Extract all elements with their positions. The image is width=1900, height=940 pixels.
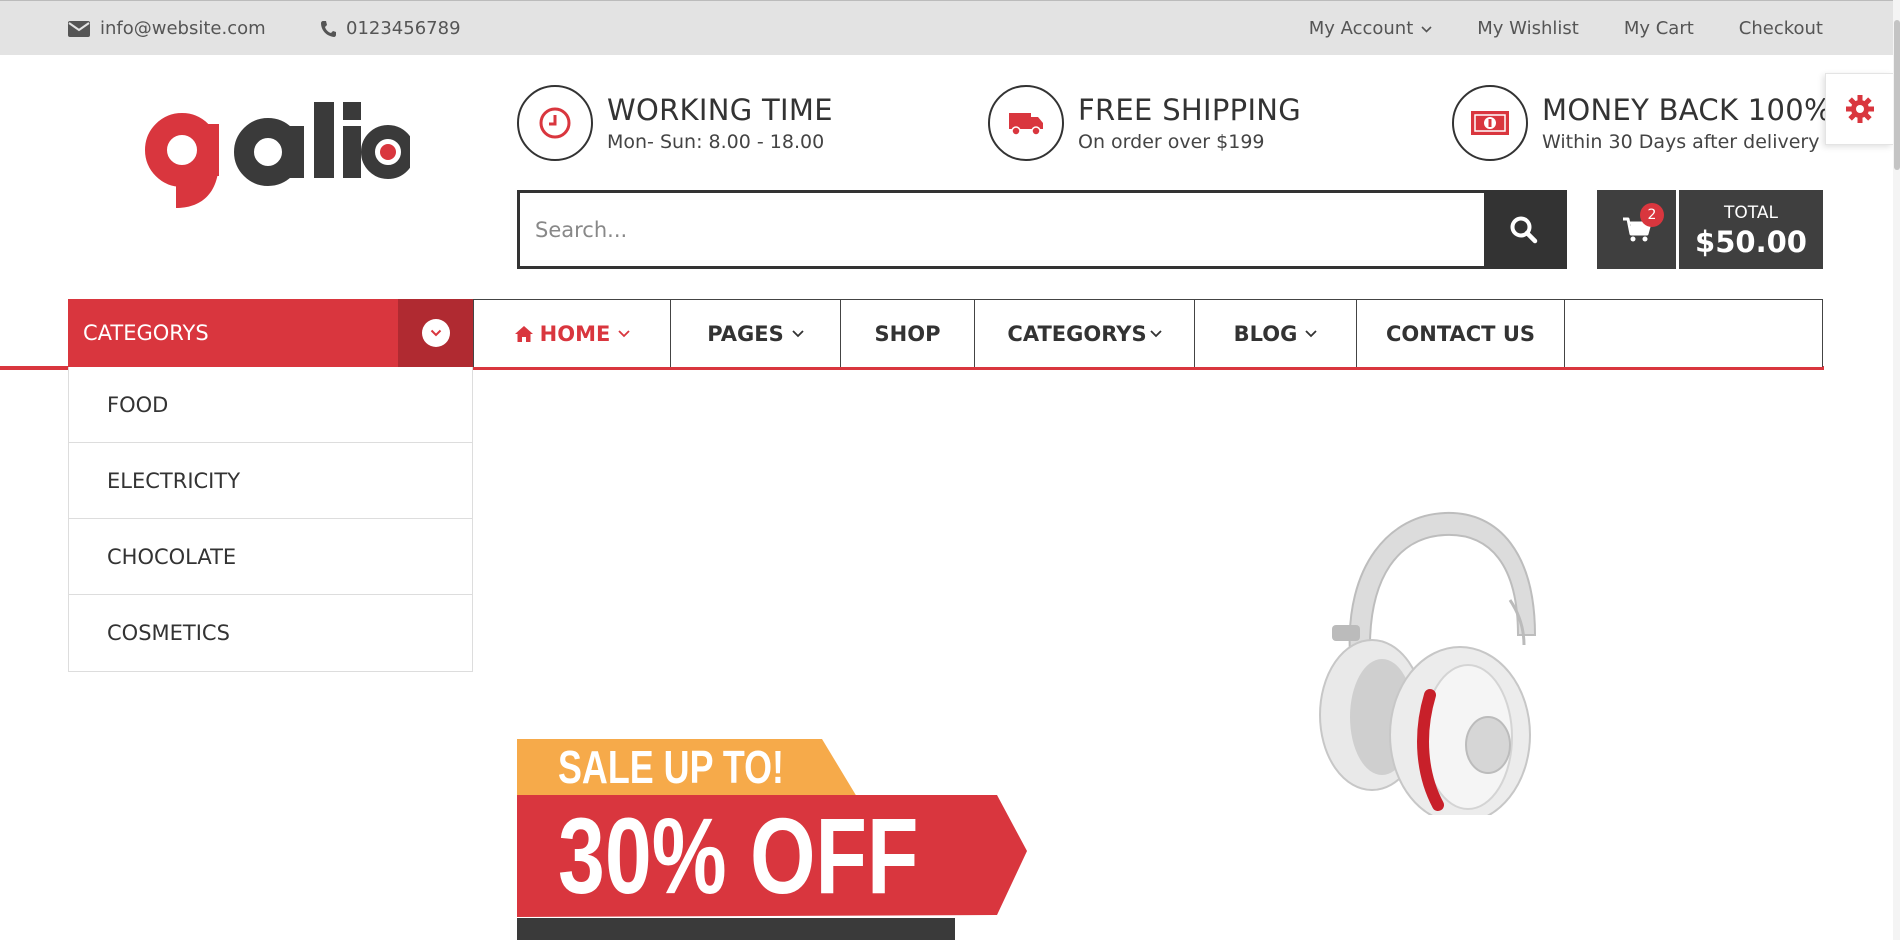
cart-total[interactable]: TOTAL $50.00 (1679, 190, 1823, 269)
truck-icon (988, 85, 1064, 161)
category-item-chocolate[interactable]: CHOCOLATE (69, 519, 472, 595)
nav-pages[interactable]: PAGES (671, 300, 841, 367)
money-back-title: MONEY BACK 100% (1542, 93, 1832, 127)
nav-shop-label: SHOP (874, 321, 941, 346)
nav-pages-label: PAGES (707, 321, 784, 346)
cart-button[interactable]: 2 (1597, 190, 1676, 269)
category-item-cosmetics[interactable]: COSMETICS (69, 595, 472, 671)
email-text: info@website.com (100, 18, 266, 39)
categories-menu-label: CATEGORYS (83, 321, 209, 345)
settings-button[interactable] (1825, 73, 1893, 145)
gear-icon (1845, 95, 1874, 123)
chevron-down-icon (1149, 329, 1162, 337)
email-contact[interactable]: info@website.com (68, 1, 266, 56)
logo[interactable] (140, 100, 415, 220)
my-account-link[interactable]: My Account (1309, 18, 1433, 39)
nav-home-label: HOME (539, 321, 611, 346)
chevron-down-icon (421, 319, 450, 347)
home-icon (514, 325, 533, 342)
phone-text: 0123456789 (346, 18, 461, 39)
free-shipping-subtitle: On order over $199 (1078, 131, 1265, 153)
chevron-down-icon (792, 329, 804, 337)
nav-categorys-label: CATEGORYS (1007, 321, 1147, 346)
chevron-down-icon (618, 329, 630, 337)
phone-icon (320, 20, 336, 38)
my-account-label: My Account (1308, 18, 1414, 39)
cart-total-amount: $50.00 (1695, 225, 1807, 259)
money-icon (1452, 85, 1528, 161)
category-item-electricity[interactable]: ELECTRICITY (69, 443, 472, 519)
categories-dropdown: FOOD ELECTRICITY CHOCOLATE COSMETICS (68, 367, 473, 672)
search-button[interactable] (1484, 193, 1564, 266)
nav-blog[interactable]: BLOG (1195, 300, 1357, 367)
free-shipping-title: FREE SHIPPING (1078, 93, 1302, 127)
banner-button-strip[interactable] (517, 918, 955, 940)
nav-shop[interactable]: SHOP (841, 300, 975, 367)
headphones-product-image (1319, 511, 1537, 815)
sale-discount: 30% OFF (558, 795, 919, 916)
working-time-title: WORKING TIME (607, 93, 833, 127)
main-nav: HOME PAGES SHOP CATEGORYS BLOG CONTACT U… (473, 299, 1823, 367)
money-back-subtitle: Within 30 Days after delivery (1542, 131, 1820, 153)
category-item-food[interactable]: FOOD (69, 367, 472, 443)
scrollbar-thumb[interactable] (1894, 20, 1900, 170)
categories-menu-header[interactable]: CATEGORYS (68, 299, 473, 367)
nav-contact-us[interactable]: CONTACT US (1357, 300, 1565, 367)
my-cart-link[interactable]: My Cart (1624, 18, 1694, 39)
envelope-icon (68, 20, 90, 37)
account-links: My Account My Wishlist My Cart Checkout (1309, 1, 1823, 56)
nav-blog-label: BLOG (1233, 321, 1298, 346)
chevron-down-icon (1305, 329, 1317, 337)
my-wishlist-link[interactable]: My Wishlist (1477, 18, 1579, 39)
search-input[interactable] (520, 193, 1484, 266)
checkout-link[interactable]: Checkout (1739, 18, 1823, 39)
money-back-info: MONEY BACK 100% Within 30 Days after del… (1452, 85, 1832, 161)
sale-headline: SALE UP TO! (558, 741, 784, 793)
galio-logo-icon (145, 102, 415, 208)
free-shipping-info: FREE SHIPPING On order over $199 (988, 85, 1301, 161)
chevron-down-icon (1421, 25, 1432, 33)
cart-total-label: TOTAL (1724, 203, 1778, 223)
working-time-info: WORKING TIME Mon- Sun: 8.00 - 18.00 (517, 85, 833, 161)
top-bar: info@website.com 0123456789 My Account M… (0, 0, 1900, 55)
categories-toggle-button[interactable] (398, 299, 473, 367)
working-time-subtitle: Mon- Sun: 8.00 - 18.00 (607, 131, 825, 153)
nav-contact-us-label: CONTACT US (1385, 321, 1535, 346)
cart-count-badge: 2 (1640, 203, 1664, 227)
nav-home[interactable]: HOME (474, 300, 671, 367)
search-icon (1510, 216, 1538, 243)
clock-icon (517, 85, 593, 161)
nav-categorys[interactable]: CATEGORYS (975, 300, 1195, 367)
phone-contact[interactable]: 0123456789 (320, 1, 461, 56)
search-bar (517, 190, 1567, 269)
